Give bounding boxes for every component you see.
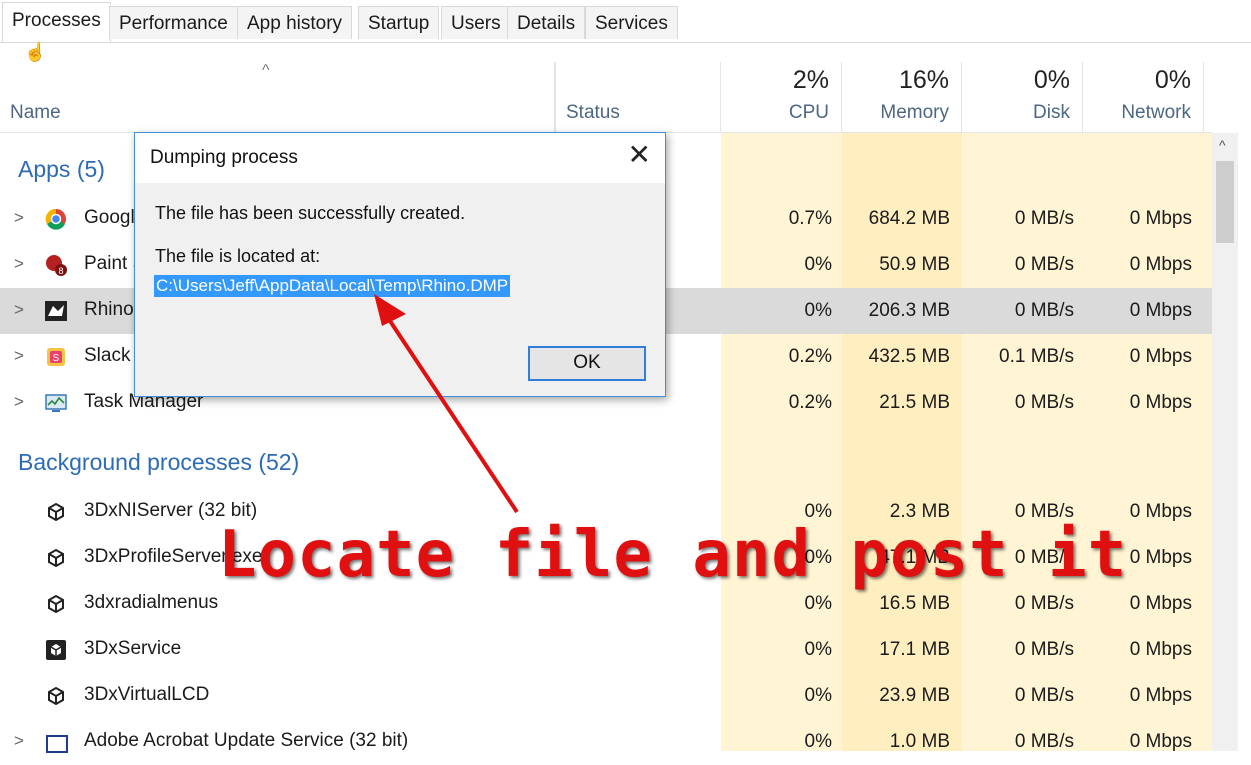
- annotation-text: Locate file and post it: [218, 518, 1128, 592]
- annotation-arrow-icon: [374, 294, 519, 514]
